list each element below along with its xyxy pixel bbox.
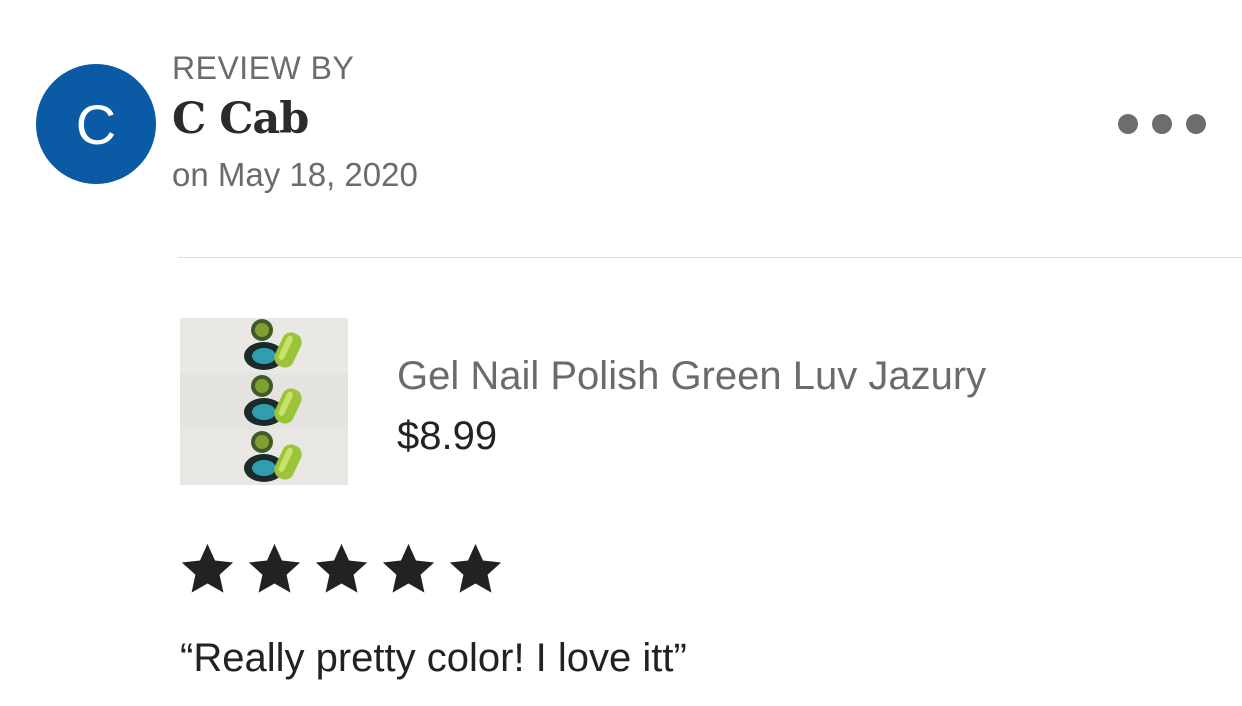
review-text: “Really pretty color! I love itt” [180, 636, 687, 680]
product-title[interactable]: Gel Nail Polish Green Luv Jazury [397, 354, 986, 399]
star-icon [382, 543, 435, 593]
star-rating [178, 540, 505, 598]
more-dot [1186, 114, 1206, 134]
review-by-label: REVIEW BY [172, 50, 355, 86]
reviewer-name[interactable]: C Cab [172, 94, 309, 144]
star-icon [449, 543, 502, 593]
star-icon [248, 543, 301, 593]
more-horizontal-icon [1118, 114, 1138, 134]
divider [178, 257, 1242, 258]
avatar[interactable]: C [36, 64, 156, 184]
star-icon [181, 543, 234, 593]
star-icon [315, 543, 368, 593]
nail-polish-bottles-icon [180, 318, 348, 485]
review-card: C REVIEW BY C Cab on May 18, 2020 Gel Na… [0, 0, 1242, 706]
avatar-initial: C [75, 92, 117, 156]
more-options-button[interactable] [1118, 106, 1206, 142]
more-dot [1152, 114, 1172, 134]
product-price: $8.99 [397, 414, 498, 458]
review-date: on May 18, 2020 [172, 156, 418, 193]
product-image[interactable] [180, 318, 348, 485]
